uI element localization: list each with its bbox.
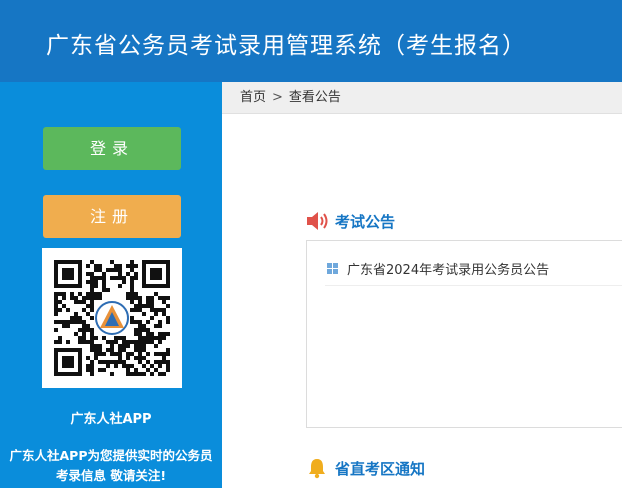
breadcrumb-home[interactable]: 首页 (240, 90, 266, 105)
speaker-icon (306, 210, 330, 236)
app-description: 广东人社APP为您提供实时的公务员考录信息 敬请关注! (9, 448, 213, 483)
register-button[interactable]: 注册 (43, 195, 181, 238)
exam-notices-title: 考试公告 (335, 213, 396, 231)
login-button[interactable]: 登录 (43, 127, 181, 170)
district-notices-title: 省直考区通知 (335, 460, 426, 478)
bell-icon (306, 457, 328, 483)
qr-code-icon (42, 248, 182, 388)
sidebar: 登录 注册 广东人社APP 广东人社APP为您提供实时的公务员考录信息 敬请关注… (0, 82, 222, 488)
exam-notices-list: 广东省2024年考试录用公务员公告 (306, 240, 622, 428)
app-name: 广东人社APP (70, 412, 152, 427)
breadcrumb-current: 查看公告 (288, 90, 341, 105)
list-item[interactable]: 广东省2024年考试录用公务员公告 (325, 254, 622, 286)
page-title: 广东省公务员考试录用管理系统（考生报名） (46, 33, 526, 59)
breadcrumb: 首页 > 查看公告 (222, 82, 622, 114)
app-header: 广东省公务员考试录用管理系统（考生报名） (0, 0, 622, 82)
list-item-label: 广东省2024年考试录用公务员公告 (347, 263, 550, 278)
breadcrumb-separator: > (272, 90, 283, 105)
grid-square-icon (327, 263, 338, 278)
